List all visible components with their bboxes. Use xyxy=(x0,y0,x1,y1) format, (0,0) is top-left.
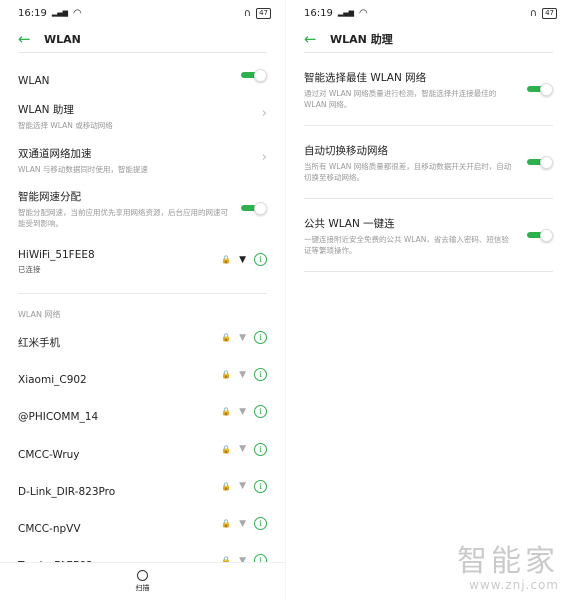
watermark-url: www.znj.com xyxy=(469,578,559,592)
info-icon[interactable]: i xyxy=(254,368,267,382)
lock-icon: 🔒 xyxy=(221,444,232,454)
network-list-item[interactable]: @PHICOMM_14 🔒 ▼ i xyxy=(18,405,267,424)
assistant-item-label: 自动切换移动网络 xyxy=(304,145,388,157)
dual-channel-row[interactable]: 双通道网络加速 WLAN 与移动数据同时使用，智能提速 › xyxy=(18,146,267,175)
speed-alloc-row[interactable]: 智能网速分配 智能分配网速，当前应用优先享用网络资源，后台应用的网速可能受到影响… xyxy=(18,189,267,229)
wifi-signal-icon: ▼ xyxy=(239,254,246,265)
network-list-item[interactable]: 红米手机 🔒 ▼ i xyxy=(18,331,267,350)
back-arrow-icon[interactable]: ← xyxy=(18,30,44,48)
top-bar: ← WLAN 助理 xyxy=(286,26,571,52)
lock-icon: 🔒 xyxy=(221,370,232,380)
wlan-assistant-screen: 16:19 ▂▄▆ ◠ ∩ 47 ← WLAN 助理 智能选择最佳 WLAN 网… xyxy=(286,0,571,600)
chevron-right-icon: › xyxy=(261,106,267,121)
watermark-logo: 智能家 xyxy=(457,544,559,579)
back-arrow-icon[interactable]: ← xyxy=(304,30,330,48)
auto-switch-toggle[interactable] xyxy=(527,156,553,169)
network-ssid: 红米手机 xyxy=(18,337,60,349)
network-ssid: D-Link_DIR-823Pro xyxy=(18,485,116,498)
wlan-toggle[interactable] xyxy=(241,69,267,82)
lock-icon: 🔒 xyxy=(221,481,232,491)
wlan-assistant-label: WLAN 助理 xyxy=(18,104,74,116)
info-icon[interactable]: i xyxy=(254,331,267,344)
speed-alloc-toggle[interactable] xyxy=(241,202,267,215)
item-divider xyxy=(304,271,553,272)
assistant-item-sub: 通过对 WLAN 网络质量进行检测，智能选择并连接最佳的 WLAN 网络。 xyxy=(304,89,497,109)
assistant-item-label: 智能选择最佳 WLAN 网络 xyxy=(304,72,427,84)
watermark: 智能家 www.znj.com xyxy=(457,536,559,592)
public-wlan-toggle[interactable] xyxy=(527,229,553,242)
network-list-item[interactable]: CMCC-npVV 🔒 ▼ i xyxy=(18,517,267,536)
status-bar: 16:19 ▂▄▆ ◠ ∩ 47 xyxy=(0,0,285,26)
info-icon[interactable]: i xyxy=(254,253,267,266)
network-list-item[interactable]: Xiaomi_C902 🔒 ▼ i xyxy=(18,368,267,387)
info-icon[interactable]: i xyxy=(254,442,267,456)
scan-icon[interactable] xyxy=(137,570,148,581)
wifi-signal-icon: ▼ xyxy=(239,369,246,380)
wifi-signal-icon: ▼ xyxy=(239,481,246,492)
section-label: WLAN 网络 xyxy=(18,310,61,319)
scan-button[interactable]: 扫描 xyxy=(136,583,150,593)
info-icon[interactable]: i xyxy=(254,479,267,493)
wifi-signal-icon: ▼ xyxy=(239,332,246,343)
headphones-icon: ∩ xyxy=(243,7,252,19)
item-divider xyxy=(304,198,553,199)
signal-icon: ▂▄▆ xyxy=(51,9,68,17)
lock-icon: 🔒 xyxy=(221,333,232,342)
battery-icon: 47 xyxy=(256,7,271,19)
header-divider xyxy=(304,52,553,53)
page-title: WLAN xyxy=(44,32,81,46)
wlan-toggle-label: WLAN xyxy=(18,75,50,87)
speed-alloc-sub: 智能分配网速，当前应用优先享用网络资源，后台应用的网速可能受到影响。 xyxy=(18,208,228,228)
wifi-signal-icon: ▼ xyxy=(239,406,246,417)
best-wlan-toggle[interactable] xyxy=(527,83,553,96)
lock-icon: 🔒 xyxy=(221,519,232,528)
wifi-status-icon: ◠ xyxy=(72,7,82,19)
network-ssid: @PHICOMM_14 xyxy=(18,411,99,424)
chevron-right-icon: › xyxy=(261,150,267,165)
signal-icon: ▂▄▆ xyxy=(337,9,354,17)
list-divider xyxy=(18,293,267,294)
wifi-signal-icon: ▼ xyxy=(239,518,246,529)
dual-channel-label: 双通道网络加速 xyxy=(18,148,92,160)
assistant-item-label: 公共 WLAN 一键连 xyxy=(304,218,395,230)
connected-network-row[interactable]: HiWiFi_51FEE8 已连接 🔒 ▼ i xyxy=(18,249,267,275)
wlan-assistant-sub: 智能选择 WLAN 或移动网络 xyxy=(18,121,113,130)
wlan-assistant-row[interactable]: WLAN 助理 智能选择 WLAN 或移动网络 › xyxy=(18,102,267,131)
clock: 16:19 xyxy=(18,7,47,19)
assistant-item-auto-switch[interactable]: 自动切换移动网络 当所有 WLAN 网络质量都很差，且移动数据开关开启时，自动切… xyxy=(304,143,553,183)
header-divider xyxy=(18,52,267,53)
lock-icon: 🔒 xyxy=(221,407,232,417)
lock-icon: 🔒 xyxy=(221,255,232,264)
wlan-toggle-row[interactable]: WLAN xyxy=(18,69,267,88)
info-icon[interactable]: i xyxy=(254,517,267,530)
speed-alloc-label: 智能网速分配 xyxy=(18,191,81,203)
battery-icon: 47 xyxy=(542,7,557,19)
wlan-settings-screen: 16:19 ▂▄▆ ◠ ∩ 47 ← WLAN WLAN WLAN 助理 智能选… xyxy=(0,0,285,600)
headphones-icon: ∩ xyxy=(529,7,538,19)
status-bar: 16:19 ▂▄▆ ◠ ∩ 47 xyxy=(286,0,571,26)
network-ssid: Xiaomi_C902 xyxy=(18,374,87,387)
wifi-status-icon: ◠ xyxy=(358,7,368,19)
network-list-item[interactable]: CMCC-Wruy 🔒 ▼ i xyxy=(18,442,267,462)
assistant-item-best-wlan[interactable]: 智能选择最佳 WLAN 网络 通过对 WLAN 网络质量进行检测，智能选择并连接… xyxy=(304,70,553,110)
assistant-item-public-wlan[interactable]: 公共 WLAN 一键连 一键连接附近安全免费的公共 WLAN，省去输入密码、短信… xyxy=(304,216,553,256)
clock: 16:19 xyxy=(304,7,333,19)
network-ssid: CMCC-npVV xyxy=(18,523,81,535)
assistant-item-sub: 当所有 WLAN 网络质量都很差，且移动数据开关开启时，自动切换至移动网络。 xyxy=(304,162,512,182)
top-bar: ← WLAN xyxy=(0,26,285,52)
assistant-item-sub: 一键连接附近安全免费的公共 WLAN，省去输入密码、短信验证等繁琐操作。 xyxy=(304,235,509,255)
dual-channel-sub: WLAN 与移动数据同时使用，智能提速 xyxy=(18,165,148,174)
item-divider xyxy=(304,125,553,126)
network-list-item[interactable]: D-Link_DIR-823Pro 🔒 ▼ i xyxy=(18,479,267,499)
wifi-signal-icon: ▼ xyxy=(239,444,246,455)
bottom-bar: 扫描 xyxy=(0,562,285,600)
page-title: WLAN 助理 xyxy=(330,33,393,46)
network-ssid: CMCC-Wruy xyxy=(18,448,80,461)
info-icon[interactable]: i xyxy=(254,405,267,419)
